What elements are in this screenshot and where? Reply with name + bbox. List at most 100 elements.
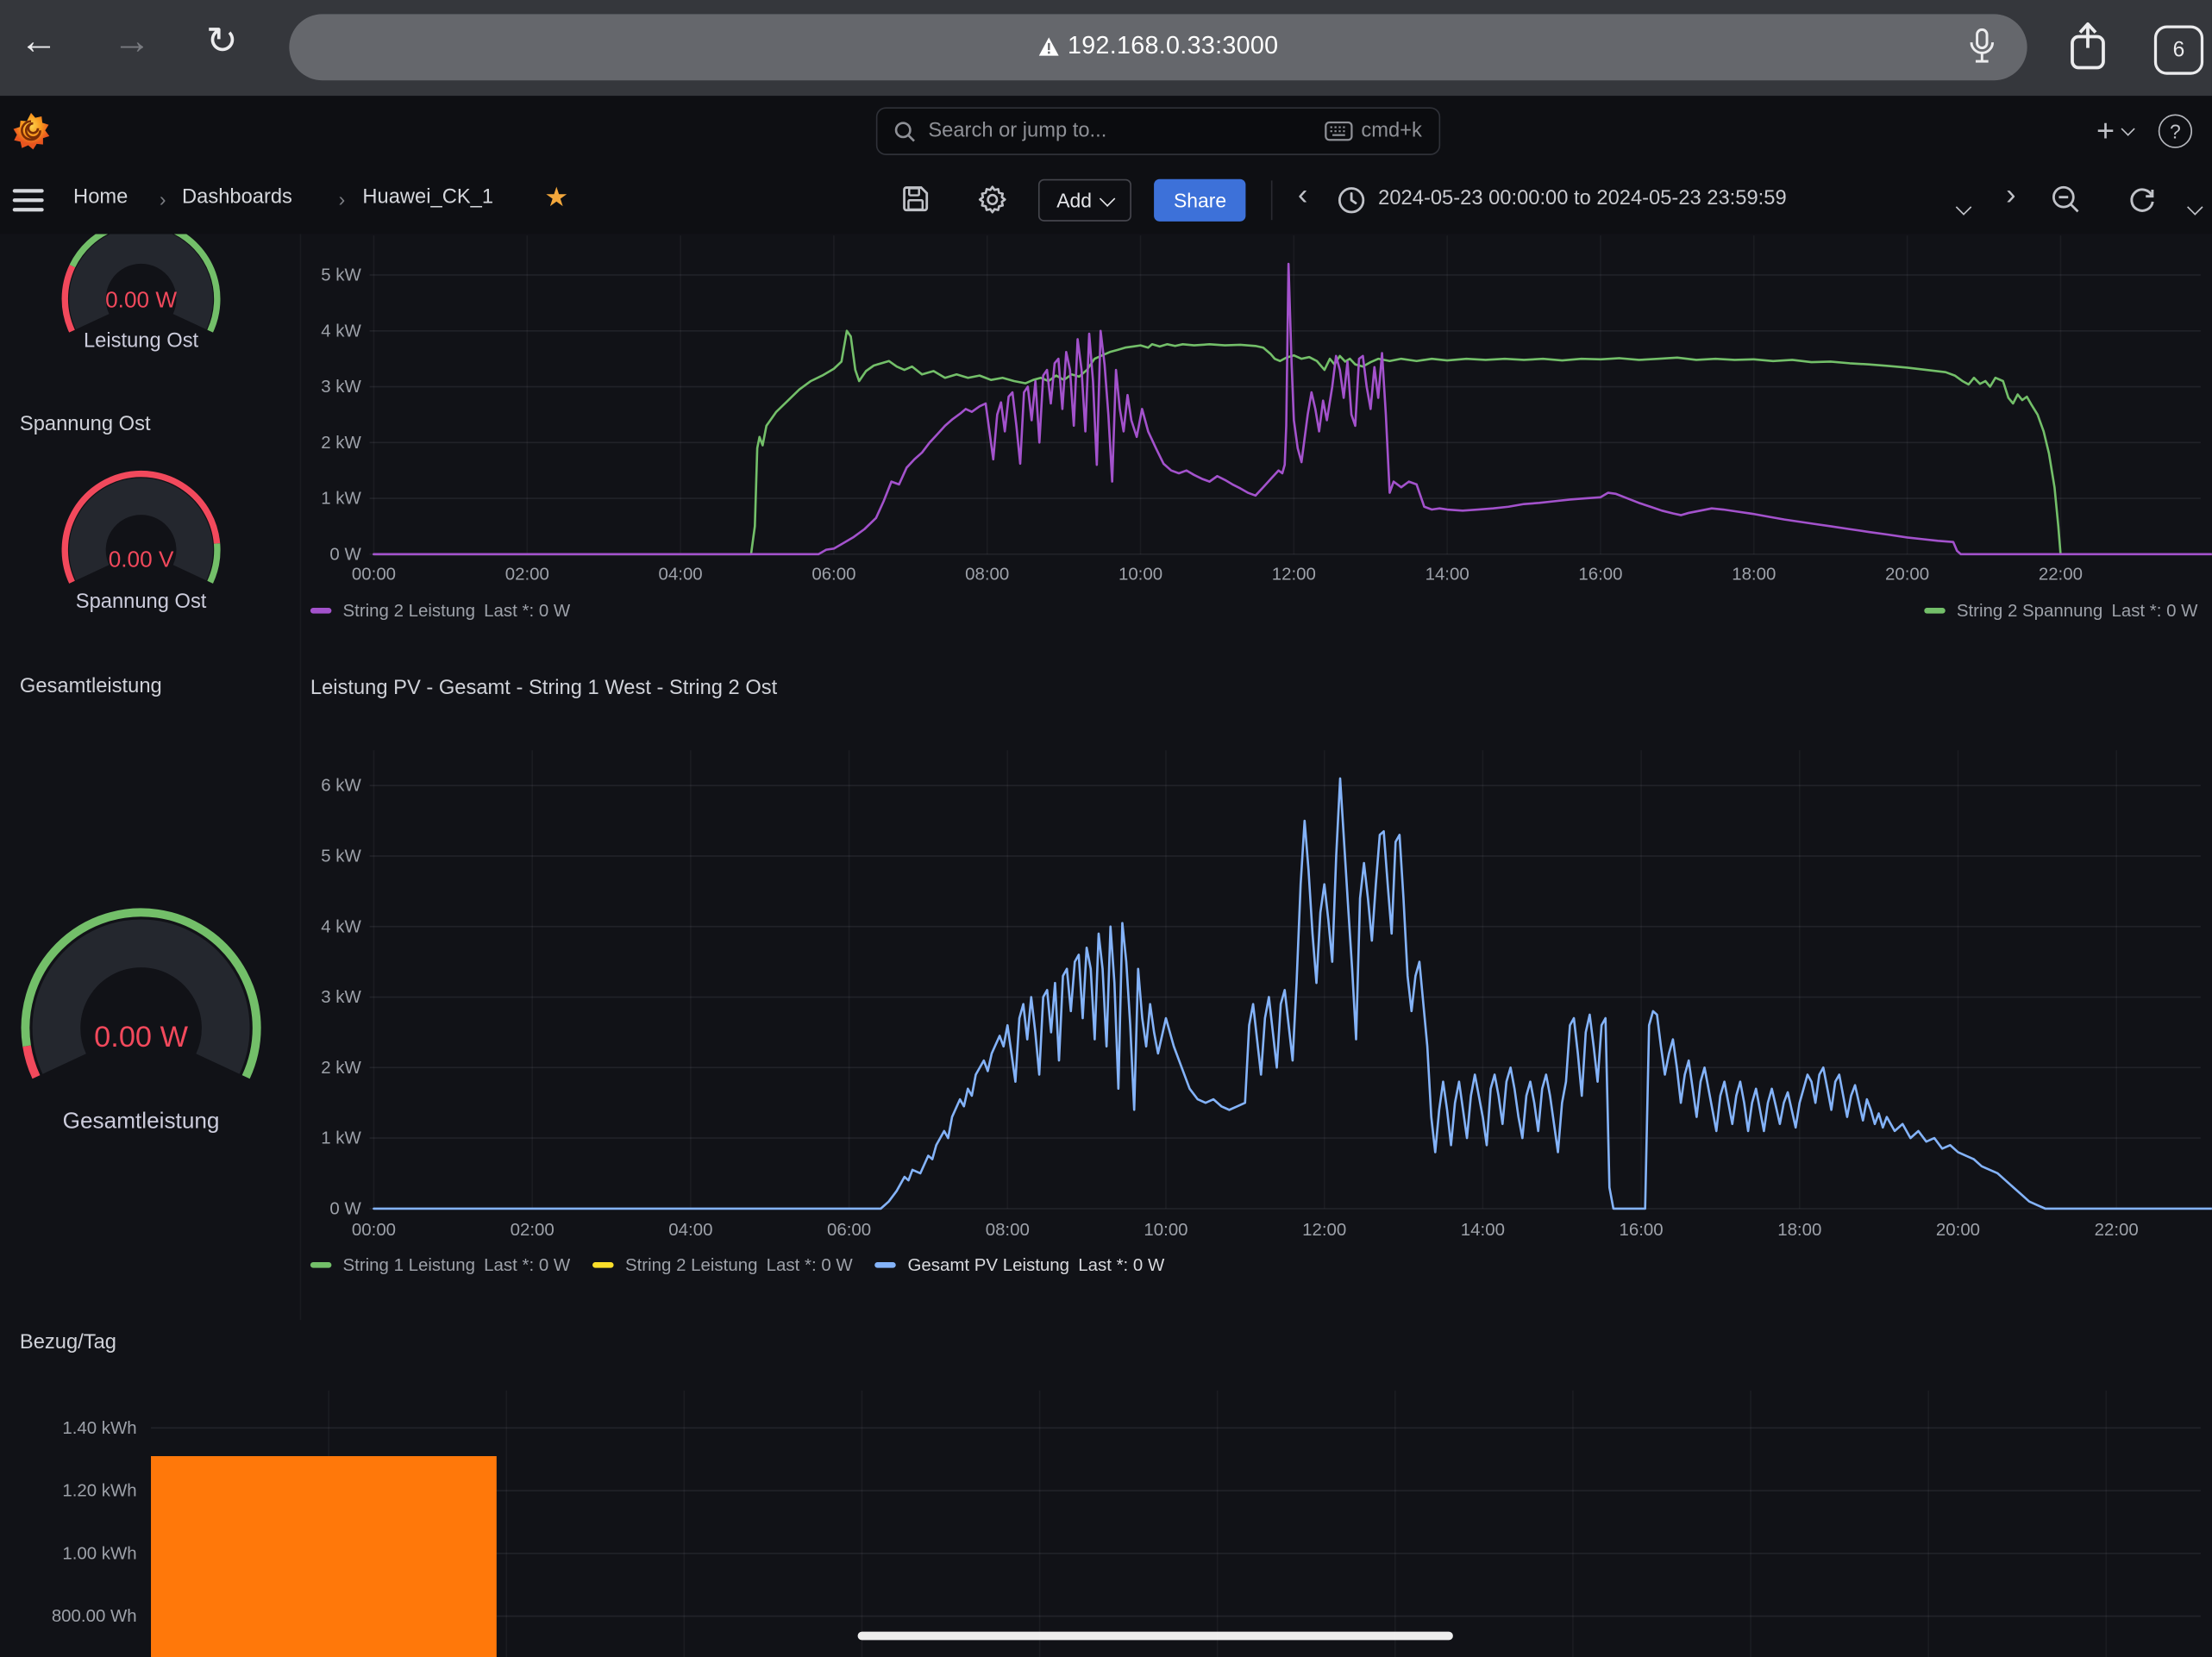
- gauge-label-gesamtleistung: Gesamtleistung: [62, 1110, 220, 1135]
- toolbar-divider: [1270, 180, 1273, 221]
- legend-color-dash: [592, 1261, 614, 1268]
- save-icon[interactable]: [901, 184, 930, 213]
- search-shortcut: cmd+k: [1324, 120, 1422, 142]
- gauge-value-gesamtleistung: 0.00 W: [94, 1021, 188, 1054]
- menu-icon[interactable]: [11, 186, 45, 215]
- breadcrumb-separator: ›: [338, 187, 346, 210]
- svg-text:0 W: 0 W: [329, 544, 361, 564]
- legend-item-label: Gesamt PV Leistung Last *: 0 W: [907, 1254, 1165, 1275]
- breadcrumb-separator: ›: [159, 187, 166, 210]
- browser-back-button[interactable]: ←: [20, 22, 58, 60]
- legend-item-label: String 1 Leistung Last *: 0 W: [342, 1254, 571, 1275]
- time-dropdown-chevron[interactable]: [1955, 195, 1972, 220]
- microphone-icon[interactable]: [1968, 28, 1996, 68]
- browser-chrome: ← → ↻ 192.168.0.33:3000 6: [0, 0, 2212, 97]
- panel-title-spannung-ost[interactable]: Spannung Ost: [20, 413, 151, 435]
- gauge-value-spannung-ost: 0.00 V: [108, 548, 174, 573]
- svg-text:00:00: 00:00: [352, 1220, 396, 1240]
- tabs-button[interactable]: 6: [2153, 25, 2204, 75]
- search-input[interactable]: Search or jump to... cmd+k: [875, 107, 1441, 155]
- charts-canvas[interactable]: 0 W 1 kW 2 kW 3 kW 4 kW 5 kW 00:00 02:00 04:00 06…: [0, 234, 2212, 1657]
- screen: ← → ↻ 192.168.0.33:3000 6 Search or jump…: [0, 0, 2212, 1657]
- svg-text:12:00: 12:00: [1272, 564, 1316, 584]
- legend-item[interactable]: String 2 Spannung Last *: 0 W: [1924, 601, 2197, 621]
- breadcrumb-home[interactable]: Home: [73, 186, 128, 209]
- svg-text:16:00: 16:00: [1620, 1220, 1664, 1240]
- share-button[interactable]: Share: [1154, 178, 1246, 222]
- browser-forward-button[interactable]: →: [113, 22, 151, 60]
- refresh-icon[interactable]: [2127, 184, 2157, 214]
- svg-text:4 kW: 4 kW: [321, 321, 361, 341]
- search-placeholder: Search or jump to...: [928, 120, 1107, 143]
- svg-text:14:00: 14:00: [1461, 1220, 1505, 1240]
- refresh-interval-chevron[interactable]: [2187, 195, 2203, 220]
- svg-text:18:00: 18:00: [1777, 1220, 1821, 1240]
- legend-item[interactable]: String 2 Leistung Last *: 0 W: [592, 1254, 853, 1275]
- legend-item-label: String 2 Spannung Last *: 0 W: [1956, 600, 2198, 621]
- legend-item[interactable]: String 1 Leistung Last *: 0 W: [310, 1255, 570, 1275]
- home-indicator[interactable]: [857, 1631, 1453, 1641]
- dashboard-toolbar: Home › Dashboards › Huawei_CK_1 ★ Add Sh…: [0, 166, 2212, 236]
- grafana-logo-icon[interactable]: [11, 111, 51, 151]
- legend-item[interactable]: String 2 Leistung Last *: 0 W: [310, 601, 570, 621]
- svg-text:10:00: 10:00: [1119, 564, 1162, 584]
- svg-text:02:00: 02:00: [511, 1220, 555, 1240]
- settings-gear-icon[interactable]: [978, 184, 1007, 214]
- time-range-picker[interactable]: 2024-05-23 00:00:00 to 2024-05-23 23:59:…: [1378, 188, 1786, 210]
- add-button[interactable]: Add: [1037, 178, 1131, 222]
- svg-text:1.40 kWh: 1.40 kWh: [62, 1418, 136, 1438]
- panel-title-gesamtleistung[interactable]: Gesamtleistung: [20, 676, 162, 698]
- zoom-out-icon[interactable]: [2051, 184, 2080, 214]
- breadcrumb-dashboard-name[interactable]: Huawei_CK_1: [362, 186, 493, 209]
- svg-text:16:00: 16:00: [1578, 564, 1622, 584]
- svg-text:1 kW: 1 kW: [321, 1129, 361, 1148]
- grafana-topnav: Search or jump to... cmd+k + ?: [0, 96, 2212, 168]
- clock-icon[interactable]: [1338, 186, 1366, 215]
- svg-text:800.00 Wh: 800.00 Wh: [52, 1606, 137, 1626]
- share-icon[interactable]: [2068, 20, 2108, 73]
- gauge-label-leistung-ost: Leistung Ost: [83, 329, 199, 353]
- dashboard-content: 0 W 1 kW 2 kW 3 kW 4 kW 5 kW 00:00 02:00 04:00 06…: [0, 234, 2212, 1657]
- breadcrumb-dashboards[interactable]: Dashboards: [182, 186, 292, 209]
- legend-item-label: String 2 Leistung Last *: 0 W: [624, 1254, 853, 1275]
- svg-text:02:00: 02:00: [505, 564, 549, 584]
- svg-text:22:00: 22:00: [2039, 564, 2083, 584]
- url-text: 192.168.0.33:3000: [289, 31, 2027, 60]
- keyboard-icon: [1324, 121, 1353, 141]
- legend-color-dash: [1924, 607, 1946, 614]
- browser-reload-button[interactable]: ↻: [206, 22, 238, 60]
- panel-title-pv-chart[interactable]: Leistung PV - Gesamt - String 1 West - S…: [310, 677, 777, 699]
- svg-text:08:00: 08:00: [986, 1220, 1030, 1240]
- legend-top-chart: String 2 Leistung Last *: 0 W: [310, 601, 570, 621]
- legend-item[interactable]: Gesamt PV Leistung Last *: 0 W: [874, 1254, 1165, 1275]
- legend-color-dash: [310, 607, 332, 614]
- help-icon[interactable]: ?: [2158, 114, 2193, 148]
- time-forward-chevron[interactable]: ›: [2006, 180, 2015, 209]
- svg-text:06:00: 06:00: [811, 564, 855, 584]
- legend-color-dash: [310, 1261, 332, 1268]
- svg-text:5 kW: 5 kW: [321, 266, 361, 285]
- svg-text:20:00: 20:00: [1936, 1220, 1980, 1240]
- panel-title-bezug-tag[interactable]: Bezug/Tag: [20, 1331, 116, 1354]
- add-new-button[interactable]: +: [2096, 113, 2135, 150]
- not-secure-icon: [1038, 37, 1059, 56]
- svg-text:08:00: 08:00: [965, 564, 1009, 584]
- favorite-star-icon[interactable]: ★: [544, 182, 568, 215]
- legend-pv-chart: String 1 Leistung Last *: 0 W String 2 Le…: [310, 1255, 1164, 1275]
- svg-text:06:00: 06:00: [827, 1220, 871, 1240]
- svg-text:5 kW: 5 kW: [321, 846, 361, 866]
- address-bar[interactable]: 192.168.0.33:3000: [289, 14, 2027, 81]
- svg-text:20:00: 20:00: [1885, 564, 1929, 584]
- svg-text:1.00 kWh: 1.00 kWh: [62, 1543, 136, 1563]
- search-icon: [894, 121, 915, 141]
- svg-text:3 kW: 3 kW: [321, 987, 361, 1007]
- legend-color-dash: [874, 1261, 897, 1268]
- time-back-chevron[interactable]: ‹: [1298, 180, 1307, 209]
- svg-text:04:00: 04:00: [659, 564, 703, 584]
- bar-bezug-2024-05-23: [151, 1456, 497, 1657]
- svg-text:10:00: 10:00: [1144, 1220, 1187, 1240]
- svg-text:1 kW: 1 kW: [321, 489, 361, 509]
- svg-text:6 kW: 6 kW: [321, 776, 361, 796]
- gauge-label-spannung-ost: Spannung Ost: [75, 591, 207, 614]
- svg-text:00:00: 00:00: [352, 564, 396, 584]
